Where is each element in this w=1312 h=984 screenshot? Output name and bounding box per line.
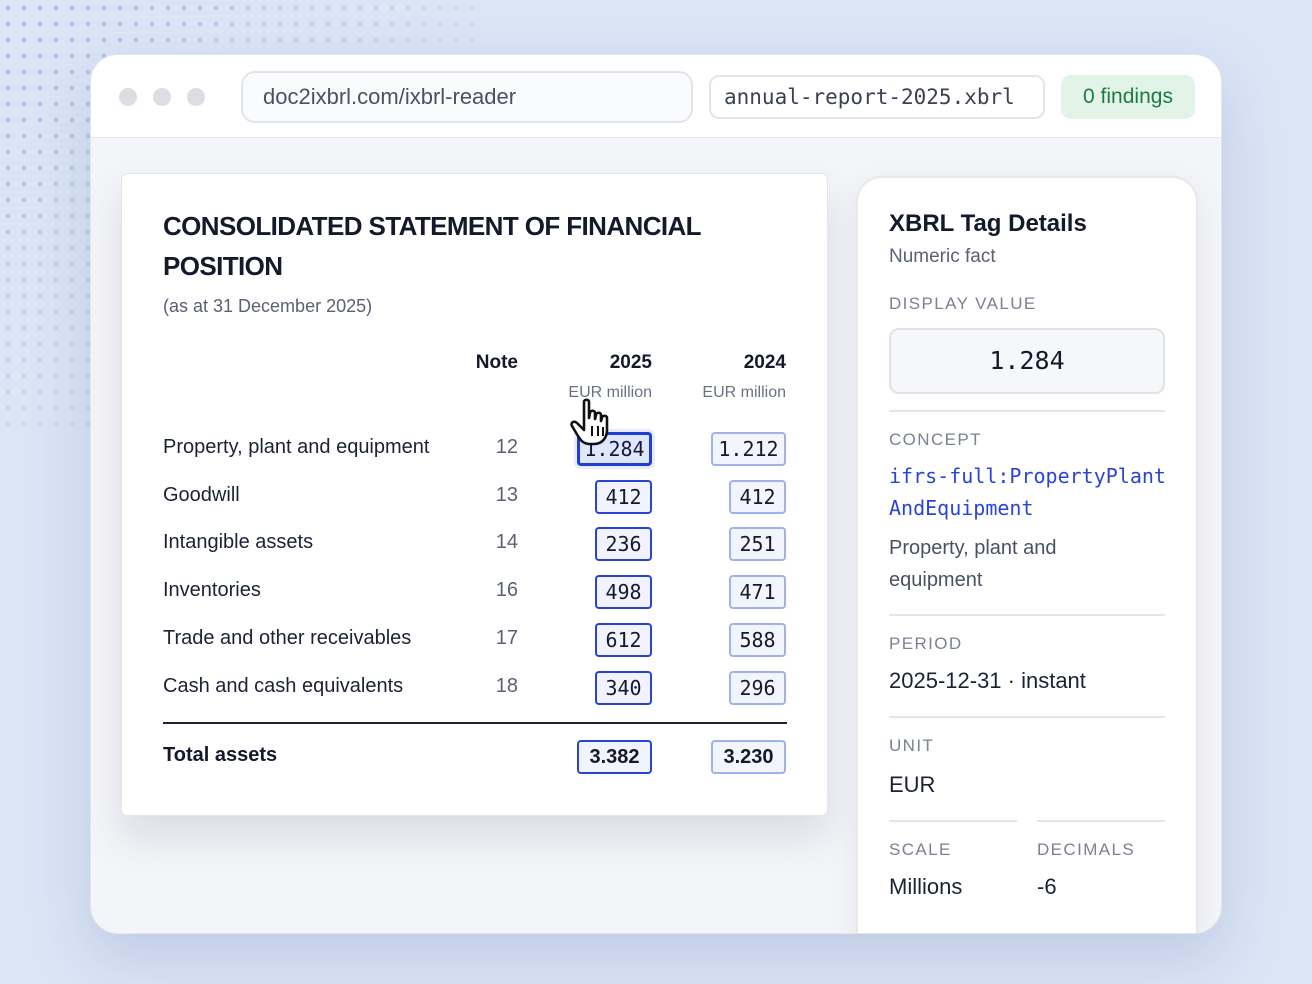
period-label: PERIOD (889, 634, 963, 653)
row-label: Trade and other receivables (163, 627, 412, 649)
tagged-value-2024[interactable]: 296 (729, 671, 786, 705)
column-header-2024: 2024 (743, 352, 786, 373)
xbrl-tag-details-panel: XBRL Tag Details Numeric fact DISPLAY VA… (856, 176, 1198, 933)
window-minimize-dot[interactable] (153, 88, 171, 106)
tagged-value-2024[interactable]: 251 (729, 527, 786, 561)
decimals-label: DECIMALS (1037, 840, 1136, 859)
divider (889, 410, 1165, 412)
tagged-value-2024[interactable]: 471 (729, 575, 786, 609)
total-value-2024[interactable]: 3.230 (711, 740, 786, 774)
statement-subtitle: (as at 31 December 2025) (163, 296, 373, 316)
browser-window: doc2ixbrl.com/ixbrl-reader annual-report… (90, 54, 1222, 934)
window-zoom-dot[interactable] (187, 88, 205, 106)
scale-value: Millions (889, 874, 963, 899)
column-header-note: Note (475, 352, 518, 373)
display-value-label: DISPLAY VALUE (889, 294, 1037, 313)
file-name-chip[interactable]: annual-report-2025.xbrl (709, 75, 1045, 119)
total-divider (163, 722, 787, 724)
row-label: Inventories (163, 579, 261, 601)
decimals-value: -6 (1037, 874, 1057, 899)
unit-label: UNIT (889, 736, 935, 755)
row-label: Goodwill (163, 484, 240, 506)
total-value-2025[interactable]: 3.382 (577, 740, 652, 774)
tagged-value-2025[interactable]: 340 (595, 671, 652, 705)
tagged-value-2025[interactable]: 236 (595, 527, 652, 561)
row-label: Intangible assets (163, 531, 314, 553)
divider (889, 820, 1017, 822)
details-subtitle: Numeric fact (889, 246, 996, 267)
tagged-value-2025[interactable]: 412 (595, 480, 652, 514)
hand-pointer-icon (570, 398, 609, 446)
row-label: Cash and cash equivalents (163, 675, 404, 697)
row-note: 13 (495, 484, 518, 506)
row-note: 16 (495, 579, 518, 601)
tagged-value-2024[interactable]: 412 (729, 480, 786, 514)
column-unit-2024: EUR million (702, 384, 786, 401)
display-value-field: 1.284 (889, 328, 1165, 394)
row-note: 17 (495, 627, 518, 649)
details-title: XBRL Tag Details (889, 210, 1087, 237)
period-value: 2025-12-31 · instant (889, 668, 1086, 693)
url-bar[interactable]: doc2ixbrl.com/ixbrl-reader (241, 71, 693, 123)
concept-label: CONCEPT (889, 430, 982, 449)
column-header-2025: 2025 (609, 352, 652, 373)
tagged-value-2025[interactable]: 612 (595, 623, 652, 657)
tagged-value-2024[interactable]: 1.212 (711, 432, 786, 466)
row-note: 18 (495, 675, 518, 697)
divider (1037, 820, 1165, 822)
tagged-value-2025[interactable]: 498 (595, 575, 652, 609)
tagged-value-2024[interactable]: 588 (729, 623, 786, 657)
browser-titlebar: doc2ixbrl.com/ixbrl-reader annual-report… (91, 55, 1221, 138)
findings-badge[interactable]: 0 findings (1061, 75, 1195, 119)
row-note: 12 (495, 436, 518, 458)
unit-value: EUR (889, 772, 936, 797)
row-note: 14 (495, 531, 518, 553)
statement-title: CONSOLIDATED STATEMENT OF FINANCIAL POSI… (163, 211, 701, 281)
concept-description: Property, plant and equipment (889, 537, 1057, 591)
row-label: Property, plant and equipment (163, 436, 430, 458)
total-label: Total assets (163, 744, 278, 766)
concept-value[interactable]: ifrs-full:PropertyPlantAndEquipment (889, 460, 1169, 524)
divider (889, 716, 1165, 718)
scale-label: SCALE (889, 840, 952, 859)
financial-statement-card: CONSOLIDATED STATEMENT OF FINANCIAL POSI… (121, 173, 828, 816)
window-close-dot[interactable] (119, 88, 137, 106)
divider (889, 614, 1165, 616)
